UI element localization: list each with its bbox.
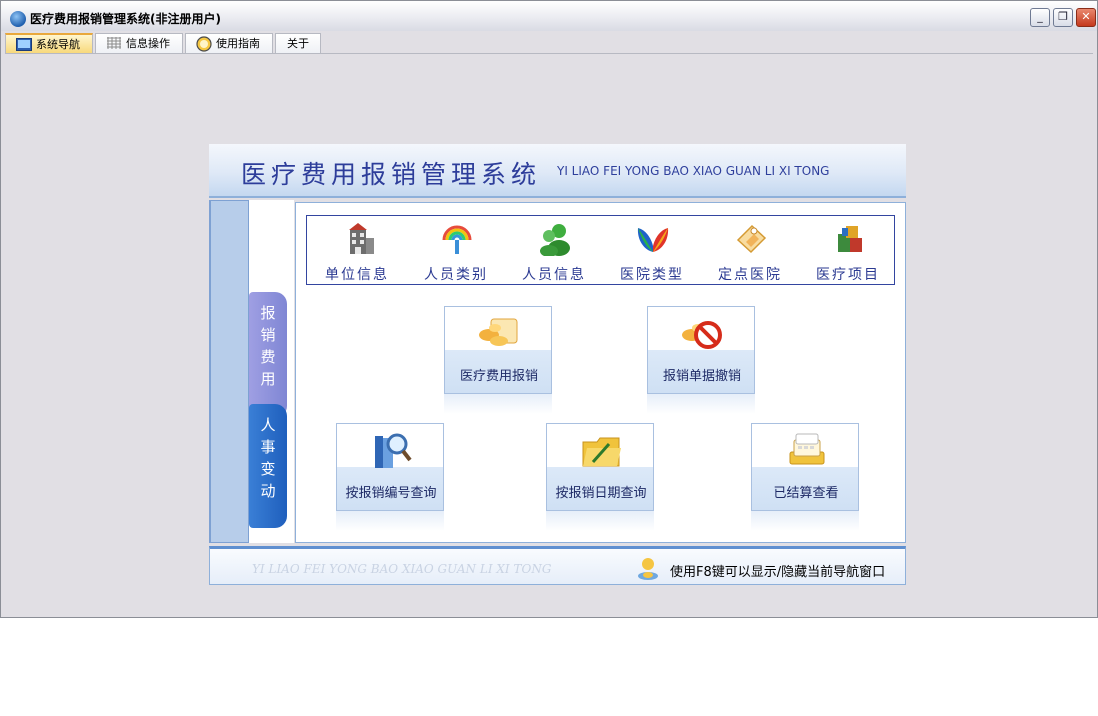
card-label: 医疗费用报销 [459, 369, 538, 384]
butterfly-icon [637, 228, 669, 252]
card-reflection [751, 511, 859, 531]
sidebar-tab-label: 人事变动 [260, 416, 276, 500]
sidebar-tab-personnel-change[interactable]: 人事变动 [249, 404, 287, 528]
card-label: 按报销编号查询 [345, 486, 437, 501]
card-reflection [336, 511, 444, 531]
tab-label: 信息操作 [126, 37, 170, 50]
user-hint-icon [638, 558, 658, 580]
app-logo-icon [10, 11, 26, 27]
card-reflection [647, 394, 755, 414]
pills-card-icon [479, 318, 518, 346]
close-button[interactable]: ✕ [1076, 8, 1096, 27]
f8-hint-text: 使用F8键可以显示/隐藏当前导航窗口 [670, 565, 886, 580]
unit-info-button[interactable]: 单位信息 [312, 220, 402, 283]
card-frame: 已结算查看 [751, 423, 859, 511]
card-reflection [444, 394, 552, 414]
minimize-button[interactable]: _ [1030, 8, 1050, 27]
personnel-info-button[interactable]: 人员信息 [509, 220, 599, 283]
card-label: 报销单据撤销 [662, 369, 741, 384]
tab-label: 使用指南 [216, 37, 260, 50]
tab-user-guide[interactable]: 使用指南 [185, 33, 273, 54]
icon-label: 单位信息 [325, 267, 389, 283]
calendar-stack-icon [789, 433, 825, 465]
monitor-icon [16, 38, 32, 51]
personnel-category-button[interactable]: 人员类别 [411, 220, 501, 283]
tab-label: 关于 [287, 37, 309, 50]
query-by-number-card[interactable]: 按报销编号查询 [336, 423, 444, 531]
system-title: 医疗费用报销管理系统 [241, 160, 542, 189]
footer-watermark: YI LIAO FEI YONG BAO XIAO GUAN LI XI TON… [252, 562, 552, 576]
card-reflection [546, 511, 654, 531]
card-frame: 医疗费用报销 [444, 306, 552, 394]
icon-label: 人员信息 [522, 267, 586, 283]
nav-footer: YI LIAO FEI YONG BAO XIAO GUAN LI XI TON… [209, 546, 906, 585]
card-label: 按报销日期查询 [555, 486, 647, 501]
tab-info-operation[interactable]: 信息操作 [95, 33, 183, 54]
grid-icon [107, 37, 121, 49]
query-by-date-card[interactable]: 按报销日期查询 [546, 423, 654, 531]
medical-reimbursement-card[interactable]: 医疗费用报销 [444, 306, 552, 414]
hospital-type-button[interactable]: 医院类型 [607, 220, 697, 283]
card-label: 已结算查看 [773, 486, 839, 501]
nav-header: 医疗费用报销管理系统 YI LIAO FEI YONG BAO XIAO GUA… [209, 144, 906, 198]
book-magnifier-icon [375, 433, 412, 468]
left-stripe [209, 200, 249, 543]
boxes-icon [838, 226, 862, 252]
medical-item-button[interactable]: 医疗项目 [803, 220, 893, 283]
tab-divider [5, 53, 1093, 54]
icon-label: 医疗项目 [816, 267, 880, 283]
pin-card-icon [736, 224, 767, 254]
building-icon [349, 223, 374, 254]
nav-content: 单位信息 人员类别 人员信息 医院类型 定点医院 医疗项目 医疗费用报销 报销单… [295, 202, 906, 543]
designated-hospital-button[interactable]: 定点医院 [705, 220, 795, 283]
icon-label: 医院类型 [620, 267, 684, 283]
voucher-cancel-card[interactable]: 报销单据撤销 [647, 306, 755, 414]
nav-sidebar: 报销费用 人事变动 [249, 200, 294, 543]
system-title-pinyin: YI LIAO FEI YONG BAO XIAO GUAN LI XI TON… [557, 164, 830, 178]
card-frame: 按报销编号查询 [336, 423, 444, 511]
sidebar-tab-reimbursement[interactable]: 报销费用 [249, 292, 287, 418]
folder-pen-icon [582, 437, 621, 467]
card-frame: 按报销日期查询 [546, 423, 654, 511]
tab-label: 系统导航 [36, 38, 80, 51]
main-window: 医疗费用报销管理系统(非注册用户) _ ❐ ✕ 系统导航 信息操作 使用指南 关… [0, 0, 1098, 618]
icon-label: 人员类别 [424, 267, 488, 283]
settled-view-card[interactable]: 已结算查看 [751, 423, 859, 531]
tab-about[interactable]: 关于 [275, 33, 321, 54]
card-frame: 报销单据撤销 [647, 306, 755, 394]
tab-system-navigation[interactable]: 系统导航 [5, 33, 93, 54]
quick-icon-bar: 单位信息 人员类别 人员信息 医院类型 定点医院 医疗项目 [306, 215, 895, 285]
title-bar[interactable]: 医疗费用报销管理系统(非注册用户) _ ❐ ✕ [1, 1, 1097, 31]
help-circle-icon [196, 36, 212, 52]
sidebar-tab-label: 报销费用 [260, 304, 276, 388]
navigation-panel: 医疗费用报销管理系统 YI LIAO FEI YONG BAO XIAO GUA… [209, 144, 906, 585]
users-icon [540, 224, 570, 256]
restore-button[interactable]: ❐ [1053, 8, 1073, 27]
icon-label: 定点医院 [718, 267, 782, 283]
window-title: 医疗费用报销管理系统(非注册用户) [30, 12, 221, 26]
cancel-pills-icon [682, 321, 722, 349]
rainbow-umbrella-icon [442, 225, 472, 254]
